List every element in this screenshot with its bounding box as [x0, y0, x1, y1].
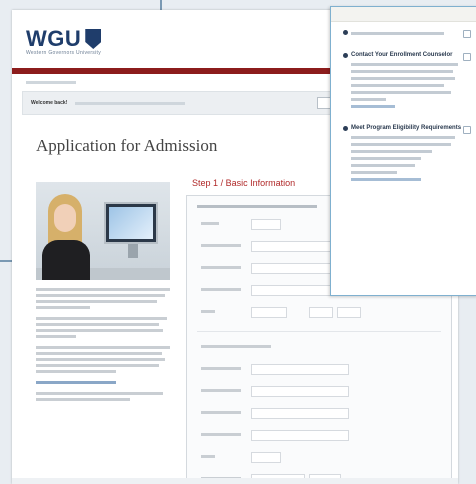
checklist-panel-header — [331, 7, 476, 22]
welcome-sub-line — [75, 101, 186, 105]
step-prefix: Step — [192, 178, 211, 188]
checklist-item-title: Meet Program Eligibility Requirements — [351, 125, 462, 131]
wgu-logo[interactable]: WGU — [26, 26, 102, 52]
monitor-illustration — [104, 202, 158, 244]
page-title: Application for Admission — [36, 136, 218, 155]
checklist-panel: Contact Your Enrollment Counselor Meet P… — [330, 6, 476, 296]
frame-line-left — [0, 260, 12, 262]
form-field-7[interactable] — [187, 360, 451, 382]
logo-subtitle: Western Governors University — [26, 50, 101, 56]
step-label: Basic Information — [225, 178, 296, 188]
checklist-item-1[interactable] — [331, 22, 476, 45]
form-field-9[interactable] — [187, 404, 451, 426]
paragraph-4 — [36, 392, 170, 401]
step-indicator: Step 1 / Basic Information — [192, 178, 296, 188]
logo-text: WGU — [26, 26, 82, 51]
frame-line-top — [160, 0, 162, 10]
bullet-icon — [343, 126, 348, 131]
checklist-item-title: Contact Your Enrollment Counselor — [351, 52, 453, 58]
checklist-item-3[interactable]: Meet Program Eligibility Requirements — [331, 118, 476, 191]
breadcrumb-line — [26, 81, 76, 84]
paragraph-2 — [36, 317, 170, 338]
scrollbar-horizontal[interactable] — [12, 478, 458, 484]
checkbox-icon[interactable] — [463, 30, 471, 38]
checkbox-icon[interactable] — [463, 126, 471, 134]
checklist-item-2[interactable]: Contact Your Enrollment Counselor — [331, 45, 476, 118]
checkbox-icon[interactable] — [463, 53, 471, 61]
bullet-icon — [343, 30, 348, 35]
paragraph-3 — [36, 346, 170, 373]
left-column — [36, 182, 170, 404]
link-returning-student[interactable] — [36, 381, 170, 384]
step-number: 1 — [213, 178, 219, 188]
intro-paragraph — [36, 288, 170, 309]
form-field-11[interactable] — [187, 448, 451, 470]
form-field-10[interactable] — [187, 426, 451, 448]
hero-photo — [36, 182, 170, 280]
form-field-6[interactable] — [187, 338, 451, 360]
form-field-8[interactable] — [187, 382, 451, 404]
bullet-icon — [343, 53, 348, 58]
shield-icon — [85, 29, 102, 49]
welcome-text: Welcome back! — [31, 100, 68, 106]
form-field-5[interactable] — [187, 303, 451, 325]
